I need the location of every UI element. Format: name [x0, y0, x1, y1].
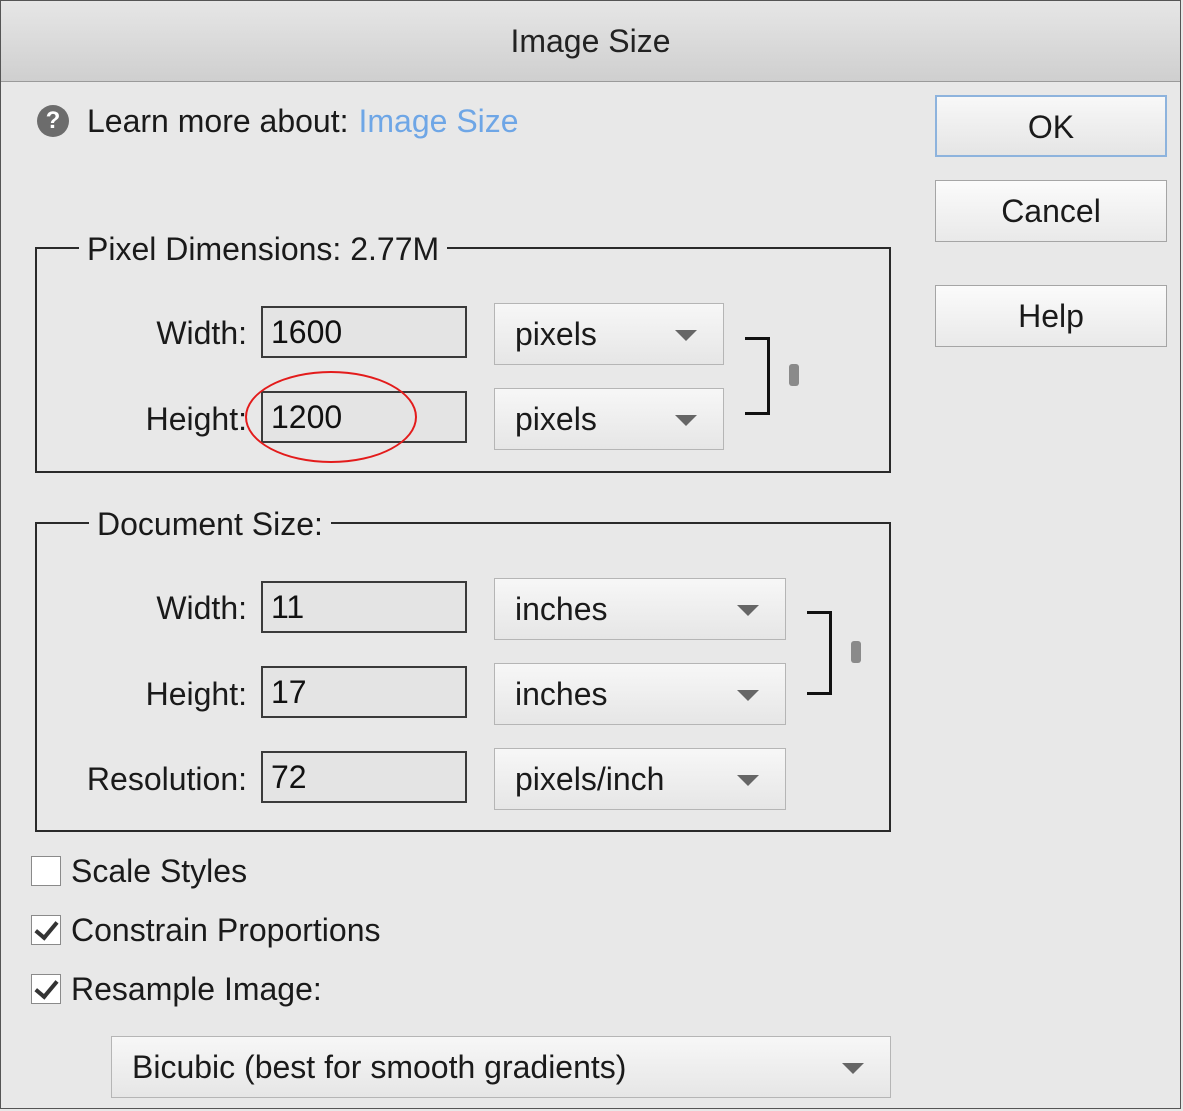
annotation-circle: [245, 371, 417, 463]
constrain-proportions-checkbox[interactable]: [31, 915, 61, 945]
document-width-unit-value: inches: [515, 591, 608, 627]
chevron-down-icon: [737, 775, 759, 786]
pixel-height-label: Height:: [145, 401, 247, 437]
pixel-height-unit-select[interactable]: pixels: [494, 388, 724, 450]
document-size-legend: Document Size:: [89, 506, 331, 542]
scale-styles-checkbox[interactable]: [31, 856, 61, 886]
resample-method-value: Bicubic (best for smooth gradients): [132, 1049, 627, 1085]
resample-method-select[interactable]: Bicubic (best for smooth gradients): [111, 1036, 891, 1098]
document-height-label: Height:: [145, 676, 247, 712]
chevron-down-icon: [737, 690, 759, 701]
chevron-down-icon: [675, 415, 697, 426]
ok-button[interactable]: OK: [935, 95, 1167, 157]
resolution-label: Resolution:: [86, 761, 247, 797]
constrain-proportions-label: Constrain Proportions: [71, 911, 381, 948]
cancel-button[interactable]: Cancel: [935, 180, 1167, 242]
document-height-unit-value: inches: [515, 676, 608, 712]
pixel-width-unit-value: pixels: [515, 316, 597, 352]
help-row: ? Learn more about: Image Size: [37, 101, 519, 141]
chain-link-icon: [789, 364, 799, 386]
constrain-proportions-row[interactable]: Constrain Proportions: [31, 910, 380, 950]
document-constrain-bracket: [807, 611, 832, 695]
pixel-dimensions-legend: Pixel Dimensions: 2.77M: [79, 231, 448, 267]
document-height-unit-select[interactable]: inches: [494, 663, 786, 725]
pixel-height-unit-value: pixels: [515, 401, 597, 437]
chevron-down-icon: [737, 605, 759, 616]
chevron-down-icon: [675, 330, 697, 341]
window-title: Image Size: [1, 1, 1180, 82]
resolution-unit-value: pixels/inch: [515, 761, 665, 797]
document-width-unit-select[interactable]: inches: [494, 578, 786, 640]
help-link[interactable]: Image Size: [359, 103, 519, 140]
chain-link-icon: [851, 641, 861, 663]
resolution-input[interactable]: 72: [261, 751, 467, 803]
help-button[interactable]: Help: [935, 285, 1167, 347]
pixel-width-unit-select[interactable]: pixels: [494, 303, 724, 365]
document-width-label: Width:: [156, 590, 247, 626]
image-size-dialog: Image Size ? Learn more about: Image Siz…: [0, 0, 1181, 1109]
document-width-input[interactable]: 11: [261, 581, 467, 633]
resample-image-row[interactable]: Resample Image:: [31, 969, 322, 1009]
pixel-width-label: Width:: [156, 315, 247, 351]
resample-image-label: Resample Image:: [71, 970, 322, 1007]
scale-styles-label: Scale Styles: [71, 852, 248, 889]
help-prefix: Learn more about:: [87, 102, 349, 139]
pixel-width-input[interactable]: 1600: [261, 306, 467, 358]
scale-styles-row[interactable]: Scale Styles: [31, 851, 247, 891]
chevron-down-icon: [842, 1063, 864, 1074]
resample-image-checkbox[interactable]: [31, 974, 61, 1004]
resolution-unit-select[interactable]: pixels/inch: [494, 748, 786, 810]
pixel-constrain-bracket: [745, 337, 770, 415]
document-height-input[interactable]: 17: [261, 666, 467, 718]
question-circle-icon[interactable]: ?: [37, 105, 69, 137]
